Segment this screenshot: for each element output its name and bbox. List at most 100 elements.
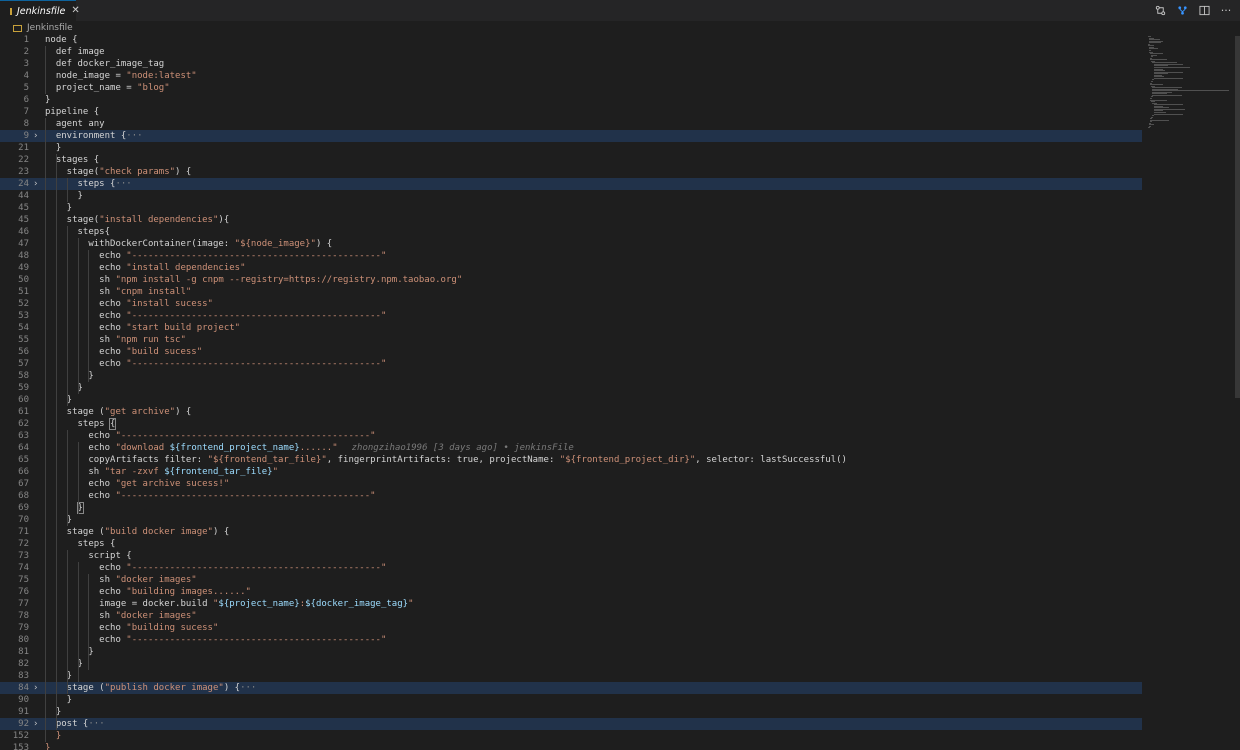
breadcrumb-file[interactable]: Jenkinsfile bbox=[27, 23, 73, 33]
tab-jenkinsfile[interactable]: Jenkinsfile ✕ bbox=[0, 0, 80, 21]
close-icon[interactable]: ✕ bbox=[71, 6, 79, 16]
folded-ellipsis[interactable]: ··· bbox=[240, 683, 256, 693]
code-line[interactable]: 60 } bbox=[0, 394, 1142, 406]
code-line[interactable]: 58 } bbox=[0, 370, 1142, 382]
code-line[interactable]: 50 sh "npm install -g cnpm --registry=ht… bbox=[0, 274, 1142, 286]
code-token: } bbox=[45, 395, 73, 405]
code-line[interactable]: 8 agent any bbox=[0, 118, 1142, 130]
code-line[interactable]: 51 sh "cnpm install" bbox=[0, 286, 1142, 298]
code-line[interactable]: 57 echo "-------------------------------… bbox=[0, 358, 1142, 370]
code-line[interactable]: 74 echo "-------------------------------… bbox=[0, 562, 1142, 574]
line-code: echo "building images......" bbox=[45, 586, 251, 598]
line-code: def image bbox=[45, 46, 105, 58]
code-line[interactable]: 59 } bbox=[0, 382, 1142, 394]
code-line[interactable]: 62 steps { bbox=[0, 418, 1142, 430]
code-line[interactable]: 70 } bbox=[0, 514, 1142, 526]
git-graph-icon[interactable] bbox=[1176, 5, 1188, 17]
line-number: 5 bbox=[23, 83, 29, 93]
code-token: echo bbox=[45, 563, 127, 573]
code-line[interactable]: 61 stage ("get archive") { bbox=[0, 406, 1142, 418]
code-line[interactable]: 48 echo "-------------------------------… bbox=[0, 250, 1142, 262]
code-line[interactable]: 79 echo "building sucess" bbox=[0, 622, 1142, 634]
indent-guide bbox=[66, 430, 68, 526]
code-line[interactable]: 152 } bbox=[0, 730, 1142, 742]
folded-ellipsis[interactable]: ··· bbox=[88, 719, 104, 729]
code-token: node { bbox=[45, 35, 78, 45]
code-line[interactable]: 66 sh "tar -zxvf ${frontend_tar_file}" bbox=[0, 466, 1142, 478]
code-line[interactable]: 45 stage("install dependencies"){ bbox=[0, 214, 1142, 226]
code-line[interactable]: 67 echo "get archive sucess!" bbox=[0, 478, 1142, 490]
line-number: 76 bbox=[18, 587, 29, 597]
code-line[interactable]: 69 } bbox=[0, 502, 1142, 514]
code-token: project_name = bbox=[45, 83, 138, 93]
code-line[interactable]: 49 echo "install dependencies" bbox=[0, 262, 1142, 274]
scrollbar-thumb[interactable] bbox=[1235, 36, 1240, 398]
indent-guide bbox=[55, 154, 57, 730]
code-token: } bbox=[45, 695, 73, 705]
code-token: } bbox=[45, 143, 62, 153]
code-line[interactable]: 84 › stage ("publish docker image") {··· bbox=[0, 682, 1142, 694]
code-line[interactable]: 153} bbox=[0, 742, 1142, 750]
code-line[interactable]: 72 steps { bbox=[0, 538, 1142, 550]
code-line[interactable]: 75 sh "docker images" bbox=[0, 574, 1142, 586]
code-line[interactable]: 2 def image bbox=[0, 46, 1142, 58]
code-line[interactable]: 80 echo "-------------------------------… bbox=[0, 634, 1142, 646]
code-editor[interactable]: 1 node {2 def image 3 def docker_image_tag… bbox=[0, 34, 1142, 750]
code-line[interactable]: 54 echo "start build project" bbox=[0, 322, 1142, 334]
code-line[interactable]: 46 steps{ bbox=[0, 226, 1142, 238]
code-line[interactable]: 64 echo "download ${frontend_project_nam… bbox=[0, 442, 1142, 454]
code-token: "---------------------------------------… bbox=[126, 311, 387, 321]
fold-chevron-icon[interactable]: › bbox=[33, 718, 41, 730]
code-line[interactable]: 78 sh "docker images" bbox=[0, 610, 1142, 622]
line-number: 66 bbox=[18, 467, 29, 477]
code-line[interactable]: 1 node { bbox=[0, 34, 1142, 46]
fold-chevron-icon[interactable]: › bbox=[33, 130, 41, 142]
code-line[interactable]: 21 } bbox=[0, 142, 1142, 154]
code-line[interactable]: 82 } bbox=[0, 658, 1142, 670]
code-line[interactable]: 77 image = docker.build " ${project_name}… bbox=[0, 598, 1142, 610]
code-line[interactable]: 7 pipeline { bbox=[0, 106, 1142, 118]
compare-changes-icon[interactable] bbox=[1154, 5, 1166, 17]
code-line[interactable]: 73 script { bbox=[0, 550, 1142, 562]
code-line[interactable]: 76 echo "building images......" bbox=[0, 586, 1142, 598]
code-line[interactable]: 4 node_image = "node:latest" bbox=[0, 70, 1142, 82]
code-token: } bbox=[45, 95, 51, 105]
indent-guide bbox=[66, 178, 68, 202]
code-line[interactable]: 47 withDockerContainer(image: "${node_im… bbox=[0, 238, 1142, 250]
code-line[interactable]: 5 project_name = "blog" bbox=[0, 82, 1142, 94]
code-line[interactable]: 23 stage("check params") { bbox=[0, 166, 1142, 178]
code-line[interactable]: 91 } bbox=[0, 706, 1142, 718]
code-line[interactable]: 81 } bbox=[0, 646, 1142, 658]
code-line[interactable]: 71 stage ("build docker image") { bbox=[0, 526, 1142, 538]
code-line[interactable]: 52 echo "install sucess" bbox=[0, 298, 1142, 310]
line-code: agent any bbox=[45, 118, 105, 130]
code-line[interactable]: 56 echo "build sucess" bbox=[0, 346, 1142, 358]
code-line[interactable]: 3 def docker_image_tag bbox=[0, 58, 1142, 70]
split-editor-icon[interactable] bbox=[1198, 5, 1210, 17]
minimap[interactable] bbox=[1142, 34, 1234, 750]
code-line[interactable]: 63 echo "-------------------------------… bbox=[0, 430, 1142, 442]
fold-chevron-icon[interactable]: › bbox=[33, 178, 41, 190]
code-line[interactable]: 9 › environment {··· bbox=[0, 130, 1142, 142]
code-line[interactable]: 90 } bbox=[0, 694, 1142, 706]
more-actions-icon[interactable]: ··· bbox=[1220, 5, 1232, 17]
code-line[interactable]: 45 } bbox=[0, 202, 1142, 214]
code-line[interactable]: 92 › post {··· bbox=[0, 718, 1142, 730]
code-line[interactable]: 55 sh "npm run tsc" bbox=[0, 334, 1142, 346]
line-number: 77 bbox=[18, 599, 29, 609]
code-line[interactable]: 22 stages { bbox=[0, 154, 1142, 166]
code-line[interactable]: 24 › steps {··· bbox=[0, 178, 1142, 190]
line-code: def docker_image_tag bbox=[45, 58, 164, 70]
code-line[interactable]: 6} bbox=[0, 94, 1142, 106]
fold-chevron-icon[interactable]: › bbox=[33, 682, 41, 694]
code-line[interactable]: 68 echo "-------------------------------… bbox=[0, 490, 1142, 502]
code-token: ) { bbox=[175, 407, 192, 417]
line-number: 23 bbox=[18, 167, 29, 177]
code-token: } bbox=[45, 707, 62, 717]
code-line[interactable]: 83 } bbox=[0, 670, 1142, 682]
code-line[interactable]: 44 } bbox=[0, 190, 1142, 202]
folded-ellipsis[interactable]: ··· bbox=[115, 179, 131, 189]
folded-ellipsis[interactable]: ··· bbox=[126, 131, 142, 141]
code-line[interactable]: 65 copyArtifacts filter: "${frontend_tar… bbox=[0, 454, 1142, 466]
code-line[interactable]: 53 echo "-------------------------------… bbox=[0, 310, 1142, 322]
